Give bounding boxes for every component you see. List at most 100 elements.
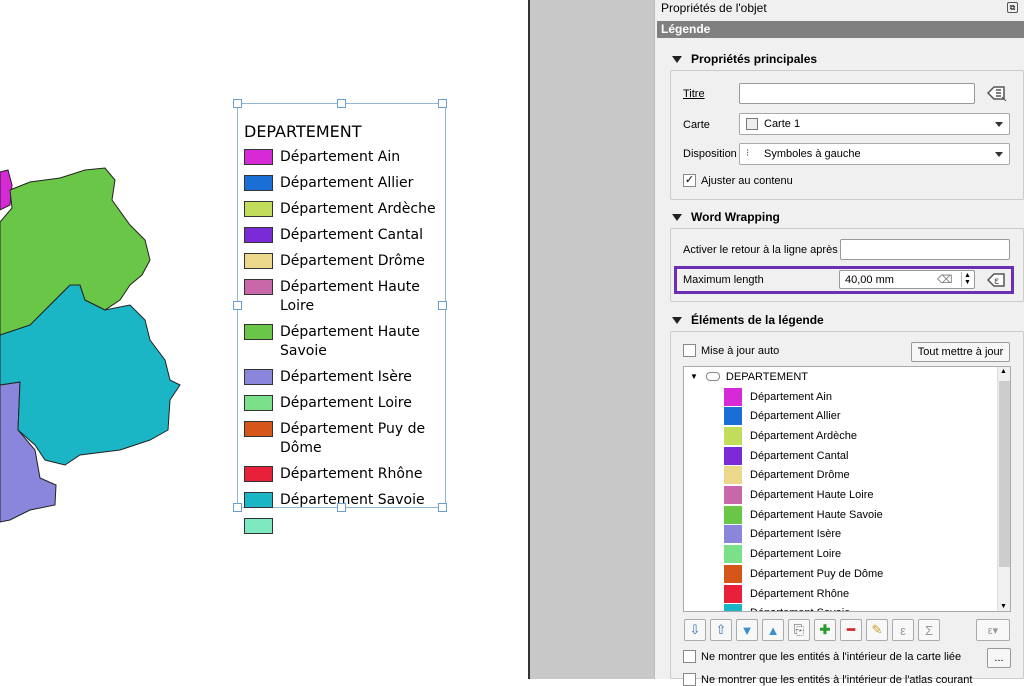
legend-entry-label: Département Cantal xyxy=(280,227,423,243)
tree-scrollbar[interactable]: ▲ ▼ xyxy=(997,367,1010,611)
auto-update-checkbox[interactable] xyxy=(683,344,696,357)
legend-item[interactable]: DEPARTEMENT Département Ain Département A… xyxy=(237,103,446,534)
tree-item[interactable]: Département Rhône xyxy=(724,584,849,603)
tree-item[interactable]: Département Allier xyxy=(724,407,841,426)
legend-entry: Département Cantal xyxy=(244,226,445,245)
retour-input[interactable] xyxy=(840,239,1010,260)
only-inside-checkbox[interactable] xyxy=(683,650,696,663)
legend-tree[interactable]: ▼ DEPARTEMENT Département Ain Département… xyxy=(683,366,1011,612)
remove-item-button[interactable]: ━ xyxy=(840,619,862,641)
legend-items-toggle[interactable]: Éléments de la légende xyxy=(672,313,824,327)
titre-expression-button[interactable] xyxy=(983,83,1009,103)
legend-entry-label: Département Savoie xyxy=(280,492,425,508)
retour-label: Activer le retour à la ligne après xyxy=(683,244,838,256)
legend-swatch xyxy=(244,395,273,411)
tree-item[interactable]: Département Puy de Dôme xyxy=(724,564,883,583)
edit-item-button[interactable]: ✎ xyxy=(866,619,888,641)
titre-input[interactable] xyxy=(739,83,975,104)
legend-swatch xyxy=(244,369,273,385)
carte-label: Carte xyxy=(683,119,710,131)
tree-item-label: Département Ain xyxy=(750,390,832,403)
move-up-icon: ⇧ xyxy=(715,622,727,637)
legend-swatch xyxy=(244,253,273,269)
collapse-icon xyxy=(672,316,682,324)
legend-entry: Département Haute Savoie xyxy=(244,323,445,361)
edit-icon: ✎ xyxy=(871,622,883,637)
arrow-down-button[interactable]: ▼ xyxy=(736,619,758,641)
tree-item[interactable]: Département Ardèche xyxy=(724,426,857,445)
maxlen-expression-button[interactable]: ε xyxy=(983,270,1009,290)
tree-item-label: Département Haute Loire xyxy=(750,489,874,501)
filter-expression-button[interactable]: ε▾ xyxy=(976,619,1010,641)
move-up-button[interactable]: ⇧ xyxy=(710,619,732,641)
maxlen-spinbox[interactable]: 40,00 mm ⌫ ▲ ▼ xyxy=(839,270,975,289)
resize-handle-top[interactable] xyxy=(337,99,346,108)
collapse-icon xyxy=(672,213,682,221)
arrow-up-button[interactable]: ▲ xyxy=(762,619,784,641)
legend-swatch xyxy=(244,421,273,437)
scroll-up-icon[interactable]: ▲ xyxy=(1000,368,1007,375)
update-all-button[interactable]: Tout mettre à jour xyxy=(911,342,1010,362)
main-properties-toggle[interactable]: Propriétés principales xyxy=(672,52,817,66)
tree-item-label: Département Haute Savoie xyxy=(750,508,883,521)
legend-items-title: Éléments de la légende xyxy=(691,313,824,327)
titre-label: Titre xyxy=(683,88,705,100)
sum-icon: Σ xyxy=(924,622,934,638)
disposition-select[interactable]: ⁝ Symboles à gauche xyxy=(739,143,1010,165)
maxlen-value: 40,00 mm xyxy=(845,274,894,286)
collapse-arrow-icon[interactable]: ▼ xyxy=(690,372,698,381)
float-panel-icon[interactable]: ⧉ xyxy=(1007,2,1018,13)
tree-root[interactable]: ▼ DEPARTEMENT xyxy=(690,367,808,386)
tree-item-label: Département Savoie xyxy=(750,607,850,611)
tree-item[interactable]: Département Haute Loire xyxy=(724,486,874,505)
clear-icon[interactable]: ⌫ xyxy=(937,273,953,286)
resize-handle-left[interactable] xyxy=(233,301,242,310)
carte-select[interactable]: Carte 1 xyxy=(739,113,1010,135)
legend-entry: Département Isère xyxy=(244,368,445,387)
atlas-checkbox[interactable] xyxy=(683,673,696,686)
add-item-button[interactable]: ✚ xyxy=(814,619,836,641)
tree-item-label: Département Isère xyxy=(750,528,842,541)
resize-handle-bottom-left[interactable] xyxy=(233,503,242,512)
resize-handle-top-right[interactable] xyxy=(438,99,447,108)
tree-item[interactable]: Département Isère xyxy=(724,525,841,544)
scrollbar-thumb[interactable] xyxy=(999,381,1010,567)
tree-item[interactable]: Département Ain xyxy=(724,387,832,406)
ajuster-label: Ajuster au contenu xyxy=(701,175,793,187)
resize-handle-right[interactable] xyxy=(438,301,447,310)
tree-item[interactable]: Département Savoie xyxy=(724,604,850,611)
more-options-button[interactable]: ... xyxy=(987,648,1011,668)
resize-handle-bottom[interactable] xyxy=(337,503,346,512)
resize-handle-top-left[interactable] xyxy=(233,99,242,108)
legend-entry: Département Haute Loire xyxy=(244,278,445,316)
legend-entry: Département Puy de Dôme xyxy=(244,420,445,458)
move-down-button[interactable]: ⇩ xyxy=(684,619,706,641)
spin-arrows-icon[interactable]: ▲ ▼ xyxy=(961,272,973,287)
word-wrapping-toggle[interactable]: Word Wrapping xyxy=(672,210,780,224)
tree-item[interactable]: Département Loire xyxy=(724,545,841,564)
tree-item-swatch xyxy=(724,426,742,445)
chevron-down-icon xyxy=(995,152,1003,157)
tree-item-swatch xyxy=(724,387,742,406)
legend-entry xyxy=(244,517,445,534)
dock-splitter[interactable] xyxy=(530,0,654,679)
scroll-down-icon[interactable]: ▼ xyxy=(1000,603,1007,610)
expression-button[interactable]: ε xyxy=(892,619,914,641)
sum-button[interactable]: Σ xyxy=(918,619,940,641)
resize-handle-bottom-right[interactable] xyxy=(438,503,447,512)
tree-item-swatch xyxy=(724,446,742,465)
tree-item-label: Département Puy de Dôme xyxy=(750,567,884,580)
legend-entry: Département Rhône xyxy=(244,465,445,484)
tree-item[interactable]: Département Cantal xyxy=(724,446,848,465)
add-group-button[interactable]: ⎘ xyxy=(788,619,810,641)
tree-item[interactable]: Département Haute Savoie xyxy=(724,505,883,524)
auto-update-label: Mise à jour auto xyxy=(701,345,780,357)
layout-canvas[interactable]: DEPARTEMENT Département Ain Département A… xyxy=(0,0,528,679)
tree-item[interactable]: Département Drôme xyxy=(724,466,850,485)
legend-entry-label: Département Ain xyxy=(280,149,401,165)
legend-entry: Département Allier xyxy=(244,174,445,193)
tree-item-label: Département Ardèche xyxy=(750,429,858,442)
ajuster-checkbox[interactable]: ✓ xyxy=(683,174,696,187)
tree-item-label: Département Cantal xyxy=(750,449,849,462)
arrow-up-icon: ▲ xyxy=(766,622,780,638)
